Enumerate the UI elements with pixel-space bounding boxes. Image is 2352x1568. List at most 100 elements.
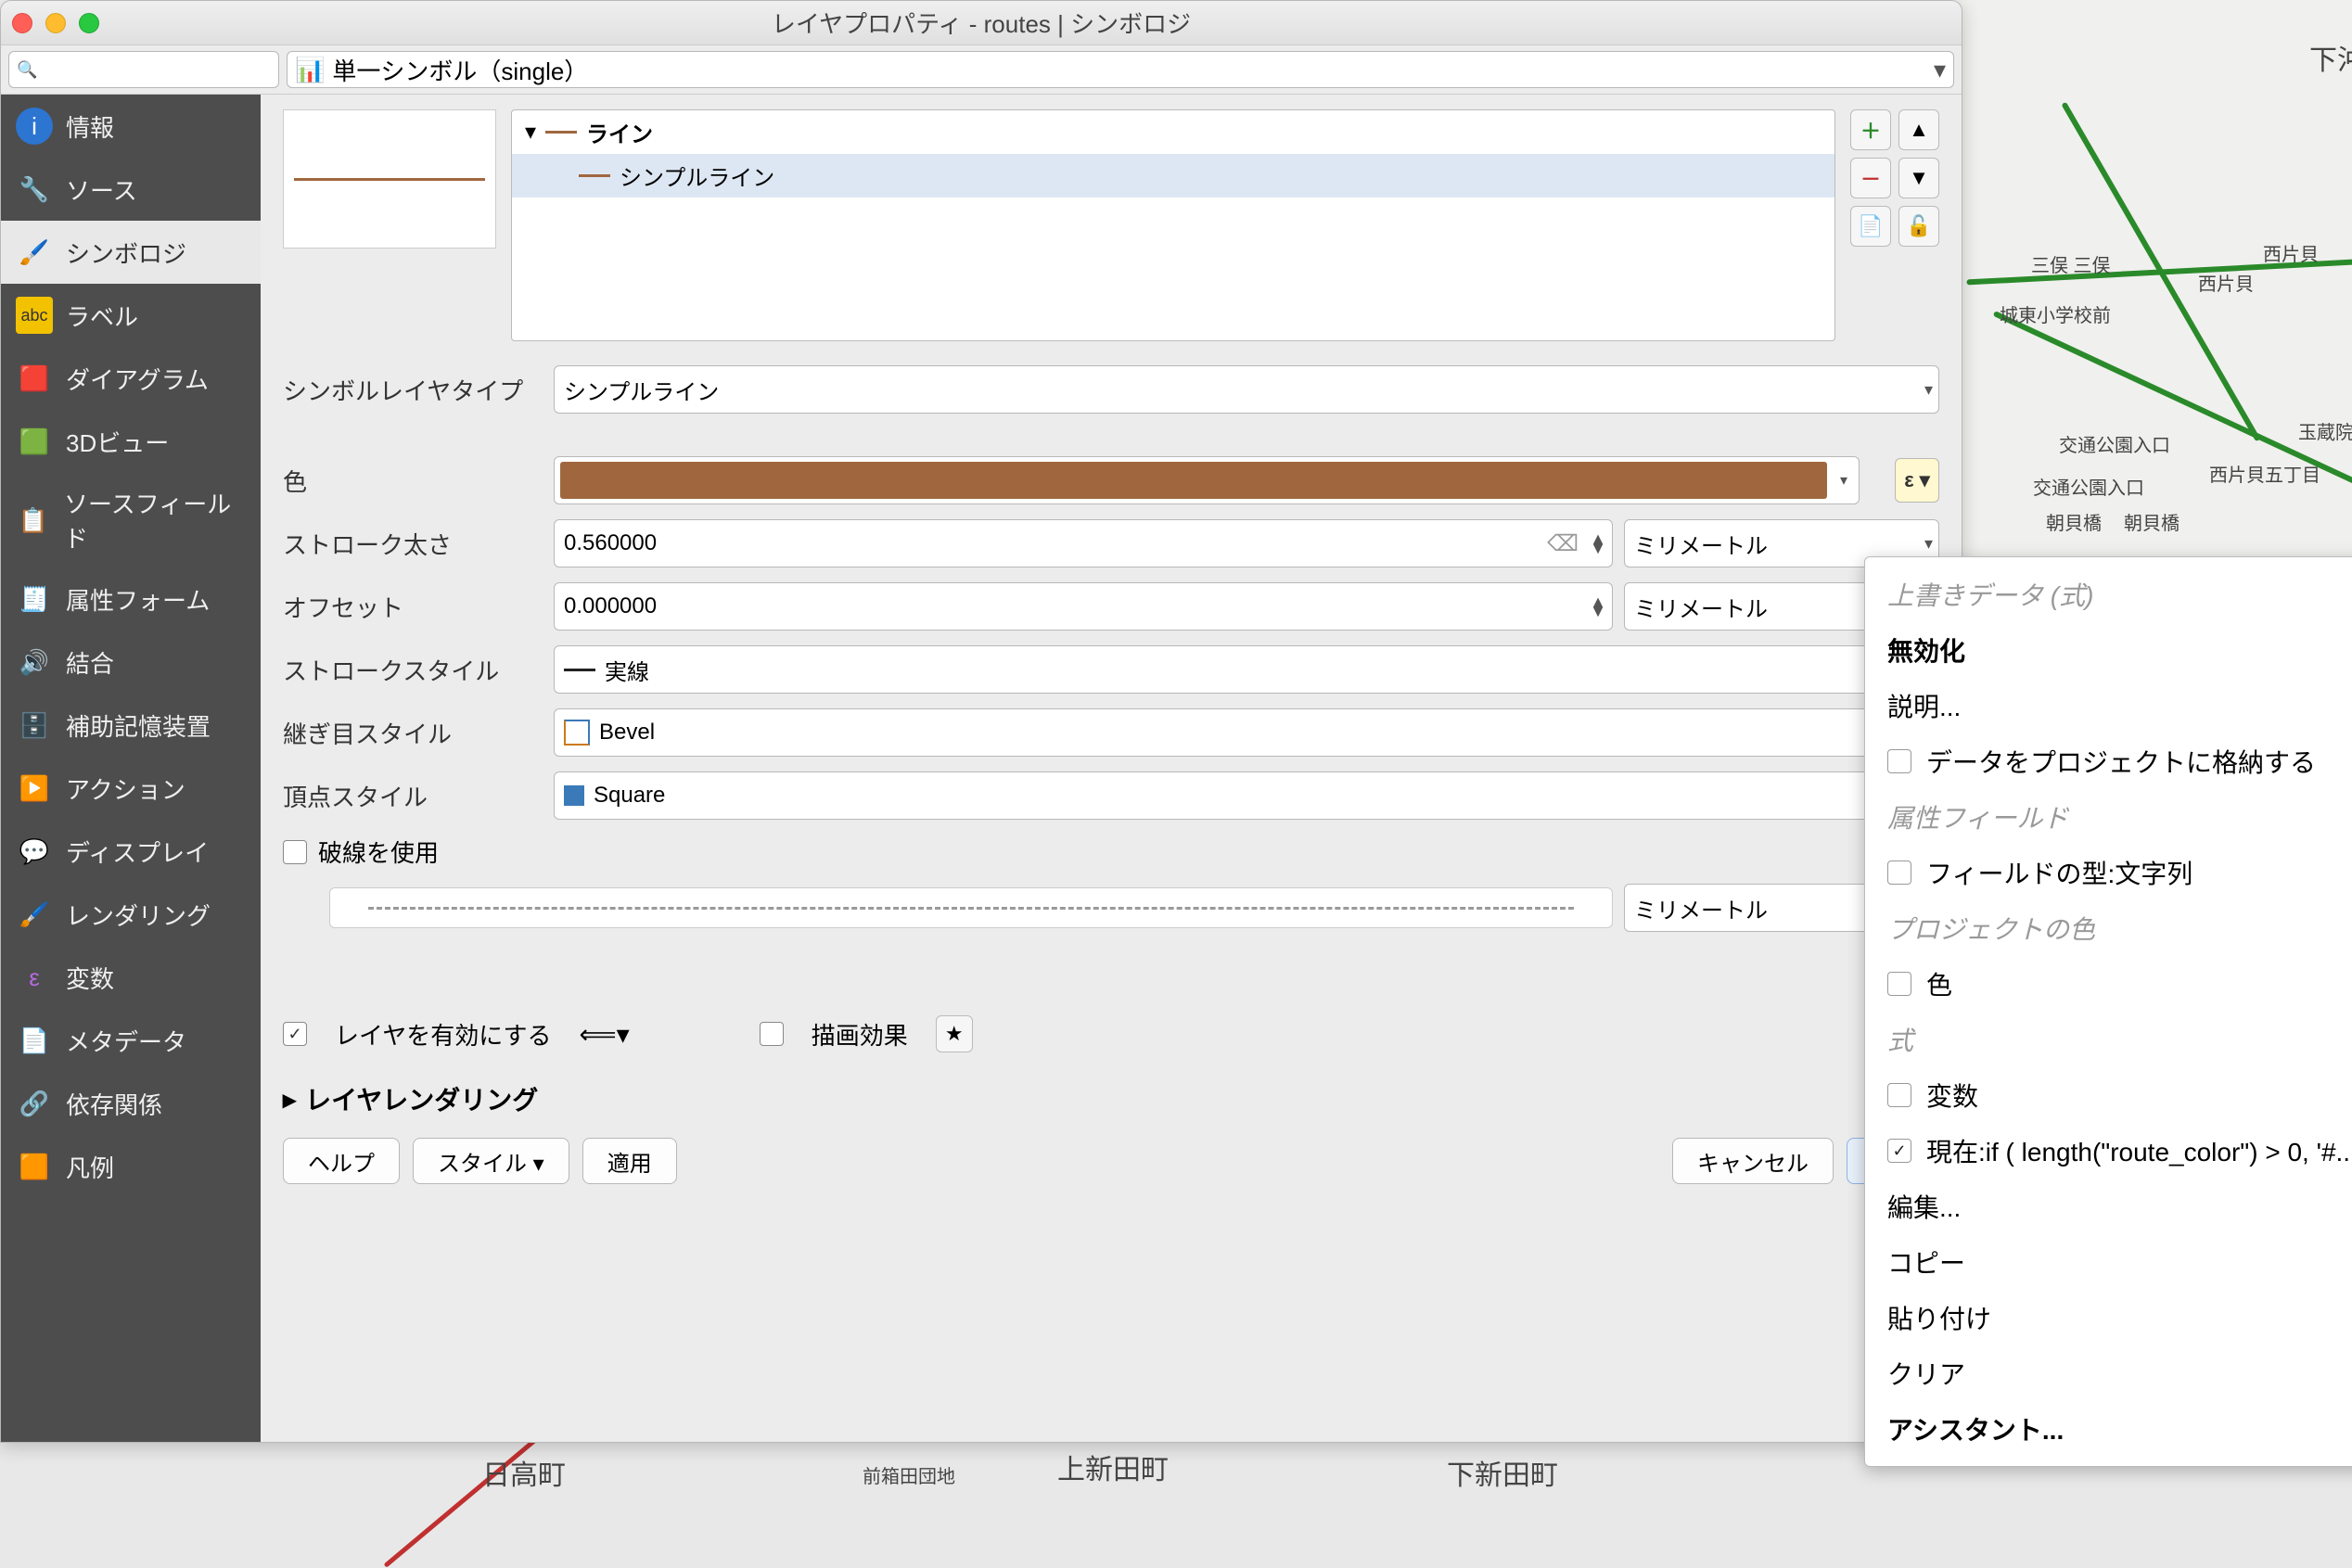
move-up-button[interactable]: ▲ — [1898, 109, 1939, 150]
nav-item-aux-storage[interactable]: 🗄️補助記憶装置 — [1, 694, 261, 757]
nav-item-diagrams[interactable]: 🟥ダイアグラム — [1, 347, 261, 410]
join-style-label: 継ぎ目スタイル — [283, 716, 543, 750]
nav-item-actions[interactable]: ▶️アクション — [1, 757, 261, 820]
popup-assistant[interactable]: アシスタント... — [1865, 1401, 2352, 1457]
nav-label: ディスプレイ — [66, 835, 209, 869]
window-close-button[interactable] — [12, 13, 32, 33]
add-layer-button[interactable]: ＋ — [1850, 109, 1891, 150]
join-style-value: Bevel — [599, 720, 655, 746]
draw-effect-config-button[interactable]: ★ — [936, 1015, 973, 1052]
color-data-defined-button[interactable]: ε ▾ — [1895, 458, 1939, 503]
map-label: 朝貝橋 — [2046, 508, 2102, 535]
nav-item-attr-form[interactable]: 🧾属性フォーム — [1, 567, 261, 631]
nav-item-variables[interactable]: ε変数 — [1, 946, 261, 1009]
spinner-icon[interactable]: ▲▼ — [1590, 534, 1606, 553]
square-cap-icon — [564, 785, 584, 806]
nav-item-3dview[interactable]: 🟩3Dビュー — [1, 410, 261, 473]
duplicate-layer-button[interactable]: 📄 — [1850, 206, 1891, 247]
symbol-preview — [283, 109, 496, 249]
window-zoom-button[interactable] — [79, 13, 99, 33]
nav-item-source[interactable]: 🔧ソース — [1, 158, 261, 221]
popup-color[interactable]: 色▸ — [1865, 956, 2352, 1012]
nav-item-legend[interactable]: 🟧凡例 — [1, 1135, 261, 1198]
tree-row-root[interactable]: ▾ライン — [512, 110, 1834, 154]
stroke-width-input[interactable]: 0.560000⌫▲▼ — [554, 519, 1613, 567]
style-button[interactable]: スタイル ▾ — [413, 1138, 569, 1184]
popup-current[interactable]: 現在:if ( length("route_color") > 0, '#... — [1865, 1123, 2352, 1179]
apply-button[interactable]: 適用 — [582, 1138, 677, 1184]
cap-style-value: Square — [594, 783, 665, 809]
popup-paste[interactable]: 貼り付け — [1865, 1290, 2352, 1345]
nav-item-symbology[interactable]: 🖌️シンボロジ — [1, 221, 261, 284]
symbol-mode-label: 単一シンボル（single） — [332, 53, 588, 87]
popup-field-type[interactable]: フィールドの型:文字列▸ — [1865, 845, 2352, 900]
nav-item-dependencies[interactable]: 🔗依存関係 — [1, 1072, 261, 1135]
popup-clear[interactable]: クリア — [1865, 1345, 2352, 1401]
dash-checkbox[interactable] — [283, 840, 307, 864]
clear-icon[interactable]: ⌫ — [1547, 530, 1579, 557]
map-label: 朝貝橋 — [2124, 508, 2179, 535]
layer-options-icon[interactable]: ⟸▾ — [579, 1019, 629, 1050]
spinner-icon[interactable]: ▲▼ — [1590, 597, 1606, 616]
offset-value: 0.000000 — [564, 593, 657, 619]
tree-child-label: シンプルライン — [620, 159, 774, 192]
tree-row-child[interactable]: シンプルライン — [512, 154, 1834, 198]
labels-icon: abc — [16, 297, 53, 334]
nav-item-rendering[interactable]: 🖌️レンダリング — [1, 883, 261, 946]
search-input[interactable]: 🔍 — [8, 51, 279, 88]
cube-icon: 🟩 — [16, 423, 53, 460]
offset-input[interactable]: 0.000000 ▲▼ — [554, 582, 1613, 631]
stroke-style-combo[interactable]: 実線▾ — [554, 645, 1939, 694]
enable-layer-label: レイヤを有効にする — [335, 1017, 551, 1052]
nav-item-metadata[interactable]: 📄メタデータ — [1, 1009, 261, 1072]
layer-rendering-section[interactable]: ▸レイヤレンダリング — [261, 1071, 1962, 1127]
render-icon: 🖌️ — [16, 896, 53, 933]
play-icon: ▶️ — [16, 770, 53, 807]
nav-item-joins[interactable]: 🔊結合 — [1, 631, 261, 694]
nav-item-display[interactable]: 💬ディスプレイ — [1, 820, 261, 883]
popup-variable[interactable]: 変数▸ — [1865, 1067, 2352, 1123]
symbol-mode-combo[interactable]: 📊 単一シンボル（single） ▾ — [287, 51, 1954, 88]
lock-button[interactable]: 🔓 — [1898, 206, 1939, 247]
popup-store-project[interactable]: データをプロジェクトに格納する — [1865, 733, 2352, 789]
titlebar: レイヤプロパティ - routes | シンボロジ — [1, 1, 1962, 45]
chevron-down-icon: ▾ — [1934, 56, 1946, 84]
checkbox-icon — [1887, 972, 1911, 996]
color-swatch — [560, 462, 1827, 499]
map-label: 城東小学校前 — [2000, 300, 2111, 327]
form-icon: 🧾 — [16, 580, 53, 618]
layer-type-combo[interactable]: シンプルライン▾ — [554, 365, 1939, 414]
nav-label: 補助記憶装置 — [66, 708, 211, 743]
join-style-combo[interactable]: Bevel▾ — [554, 708, 1939, 757]
layer-properties-dialog: レイヤプロパティ - routes | シンボロジ 🔍 📊 単一シンボル（sin… — [0, 0, 1962, 1443]
remove-layer-button[interactable]: － — [1850, 158, 1891, 198]
help-button[interactable]: ヘルプ — [283, 1138, 400, 1184]
collapse-icon: ▾ — [525, 119, 536, 146]
chevron-down-icon: ▾ — [1924, 539, 1933, 548]
popup-edit[interactable]: 編集... — [1865, 1179, 2352, 1234]
doc-icon: 📄 — [16, 1022, 53, 1059]
popup-header-fields: 属性フィールド — [1865, 789, 2352, 845]
nav-item-labels[interactable]: abcラベル — [1, 284, 261, 347]
search-icon: 🔍 — [17, 60, 37, 80]
brush-icon: 🖌️ — [16, 234, 53, 271]
draw-effect-checkbox[interactable] — [760, 1022, 784, 1046]
color-picker[interactable] — [554, 456, 1860, 504]
window-minimize-button[interactable] — [45, 13, 66, 33]
popup-disable[interactable]: 無効化 — [1865, 622, 2352, 678]
dash-pattern-preview[interactable] — [329, 887, 1613, 928]
cancel-button[interactable]: キャンセル — [1672, 1138, 1834, 1184]
popup-copy[interactable]: コピー — [1865, 1234, 2352, 1290]
nav-item-info[interactable]: i情報 — [1, 95, 261, 158]
legend-icon: 🟧 — [16, 1148, 53, 1185]
layer-type-value: シンプルライン — [564, 374, 719, 406]
nav-item-source-fields[interactable]: 📋ソースフィールド — [1, 473, 261, 567]
symbol-layer-tree[interactable]: ▾ライン シンプルライン — [511, 109, 1835, 341]
offset-label: オフセット — [283, 590, 543, 624]
popup-description[interactable]: 説明... — [1865, 678, 2352, 733]
map-label: 玉蔵院 玉蔵院 — [2298, 417, 2352, 444]
enable-layer-checkbox[interactable] — [283, 1022, 307, 1046]
cap-style-combo[interactable]: Square▾ — [554, 771, 1939, 820]
move-down-button[interactable]: ▼ — [1898, 158, 1939, 198]
cap-style-label: 頂点スタイル — [283, 779, 543, 813]
